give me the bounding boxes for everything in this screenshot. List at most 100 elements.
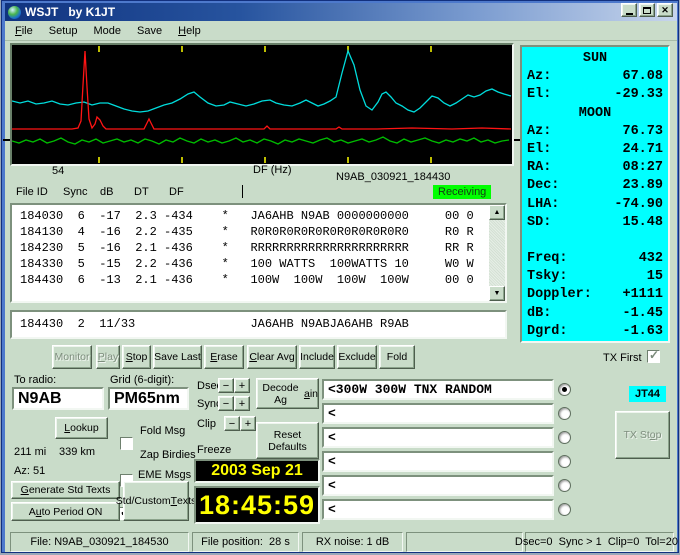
- astro-data-line: El: -29.33: [527, 87, 663, 103]
- close-button[interactable]: ✕: [657, 3, 673, 17]
- fold-msg-checkbox[interactable]: [120, 437, 133, 450]
- decode-row[interactable]: 184030 6 -17 2.3 -434 * JA6AHB N9AB 0000…: [20, 208, 489, 224]
- distance-km: 339 km: [59, 446, 96, 458]
- minus-icon: −: [222, 397, 230, 410]
- decode-again-button[interactable]: Decode Ag a in: [256, 378, 319, 409]
- astro-data-line: dB: -1.45: [527, 305, 663, 321]
- graph-left-axis-tick: [3, 139, 10, 141]
- menu-bar: File Setup Mode Save Help: [5, 21, 677, 41]
- to-radio-input[interactable]: [12, 387, 104, 410]
- stop-button[interactable]: Stop: [122, 345, 151, 369]
- text-cursor: [242, 185, 243, 198]
- eme-msgs-label: EME Msgs: [138, 469, 192, 481]
- plus-icon: +: [238, 397, 246, 410]
- decode-rows: 184030 6 -17 2.3 -434 * JA6AHB N9AB 0000…: [12, 205, 489, 301]
- minus-icon: −: [228, 417, 236, 430]
- dsec-plus-button[interactable]: +: [234, 378, 250, 393]
- include-button[interactable]: Include: [299, 345, 335, 369]
- tx-message-field-4[interactable]: [322, 451, 554, 472]
- status-file-position: File position: 28 s: [192, 532, 299, 552]
- clip-minus-button[interactable]: −: [224, 416, 240, 431]
- average-decode-box[interactable]: 184430 2 11/33 JA6AHB N9ABJA6AHB R9AB: [10, 310, 507, 339]
- plus-icon: +: [238, 379, 246, 392]
- status-rx-noise: RX noise: 1 dB: [302, 532, 403, 552]
- title-bar[interactable]: WSJT by K1JT: [5, 3, 677, 21]
- message-radio[interactable]: [558, 383, 571, 396]
- scroll-down-button[interactable]: ▼: [489, 286, 505, 301]
- fold-button[interactable]: Fold: [379, 345, 415, 369]
- graph-scale-label: 54: [52, 165, 65, 177]
- tx-first-checkbox[interactable]: [647, 348, 660, 363]
- to-radio-label: To radio:: [14, 374, 57, 386]
- reset-defaults-button[interactable]: Reset Defaults: [256, 422, 319, 459]
- monitor-button[interactable]: Monitor: [52, 345, 92, 369]
- astro-data-line: RA: 08:27: [527, 160, 663, 176]
- astro-data-line: Dgrd: -1.63: [527, 323, 663, 339]
- exclude-button[interactable]: Exclude: [337, 345, 377, 369]
- dsec-minus-button[interactable]: −: [218, 378, 234, 393]
- decode-row[interactable]: 184130 4 -16 2.2 -435 * R0R0R0R0R0R0R0R0…: [20, 224, 489, 240]
- spectrum-graph-panel[interactable]: [10, 43, 514, 166]
- clip-plus-button[interactable]: +: [240, 416, 256, 431]
- zap-birdies-label: Zap Birdies: [140, 449, 196, 461]
- menu-mode[interactable]: Mode: [86, 23, 130, 39]
- maximize-button[interactable]: [639, 3, 655, 17]
- astro-data-line: Tsky: 15: [527, 269, 663, 285]
- menu-file[interactable]: File: [7, 23, 41, 39]
- tx-stop-button[interactable]: TX St o p: [615, 411, 670, 459]
- message-radio[interactable]: [558, 503, 571, 516]
- scrollbar[interactable]: ▲ ▼: [489, 205, 505, 301]
- astro-data-line: Az: 76.73: [527, 123, 663, 139]
- menu-setup[interactable]: Setup: [41, 23, 86, 39]
- tx-message-field-1[interactable]: [322, 379, 554, 400]
- status-params: Dsec=0 Sync > 1 Clip=0 Tol=200: [515, 532, 678, 552]
- astro-panel: SUN Az: 67.08 El: -29.33 MOON Az: 76.73 El: 24.71…: [520, 45, 670, 343]
- message-radio[interactable]: [558, 479, 571, 492]
- lookup-button[interactable]: Lookup: [55, 417, 108, 439]
- message-radio[interactable]: [558, 407, 571, 420]
- std-custom-texts-button[interactable]: Std/Custom Texts: [116, 481, 196, 521]
- date-display: 2003 Sep 21: [194, 459, 320, 483]
- save-last-button[interactable]: Save Last: [153, 345, 202, 369]
- decode-row[interactable]: 184330 5 -15 2.2 -436 * 100 WATTS 100WAT…: [20, 256, 489, 272]
- azimuth-label: Az: 51: [14, 465, 46, 477]
- sync-minus-button[interactable]: −: [218, 396, 234, 411]
- mode-badge: JT44: [629, 386, 666, 402]
- message-radio[interactable]: [558, 431, 571, 444]
- tx-message-field-2[interactable]: [322, 403, 554, 424]
- generate-std-texts-button[interactable]: Generate Std Texts: [11, 481, 120, 499]
- graph-file-label: N9AB_030921_184430: [336, 171, 451, 183]
- decode-row[interactable]: 184230 5 -16 2.1 -436 * RRRRRRRRRRRRRRRR…: [20, 240, 489, 256]
- clear-avg-button[interactable]: Clear Avg: [247, 345, 297, 369]
- astro-section-header: MOON: [578, 105, 612, 121]
- sync-plus-button[interactable]: +: [234, 396, 250, 411]
- tx-message-field-6[interactable]: [322, 499, 554, 520]
- tx-message-field-3[interactable]: [322, 427, 554, 448]
- play-button[interactable]: Play: [96, 345, 120, 369]
- decode-list[interactable]: 184030 6 -17 2.3 -434 * JA6AHB N9AB 0000…: [10, 203, 507, 303]
- minus-icon: −: [222, 379, 230, 392]
- grid-input[interactable]: [108, 387, 189, 410]
- astro-data-line: Doppler: +1111: [527, 287, 663, 303]
- menu-save[interactable]: Save: [129, 23, 170, 39]
- erase-button[interactable]: Erase: [204, 345, 244, 369]
- astro-section-header: SUN: [582, 51, 608, 66]
- col-header-sync: Sync: [63, 186, 88, 198]
- current-spectrum: [12, 50, 512, 130]
- menu-help[interactable]: Help: [170, 23, 209, 39]
- message-radio[interactable]: [558, 455, 571, 468]
- scroll-up-button[interactable]: ▲: [489, 205, 505, 220]
- tx-message-field-5[interactable]: [322, 475, 554, 496]
- graph-svg: [12, 46, 512, 163]
- astro-data-line: Az: 67.08: [527, 69, 663, 85]
- minimize-button[interactable]: [621, 3, 637, 17]
- tx-first-label: TX First: [603, 352, 642, 364]
- fold-msg-label: Fold Msg: [140, 425, 186, 437]
- decode-row[interactable]: 184430 6 -13 2.1 -436 * 100W 100W 100W 1…: [20, 272, 489, 288]
- scroll-down-icon: ▼: [493, 290, 501, 297]
- plus-icon: +: [244, 417, 252, 430]
- auto-period-button[interactable]: Au to Period ON: [11, 502, 120, 521]
- astro-data-line: LHA: -74.90: [527, 196, 663, 212]
- receiving-status-badge: Receiving: [433, 185, 492, 199]
- status-file: File: N9AB_030921_184530: [10, 532, 189, 552]
